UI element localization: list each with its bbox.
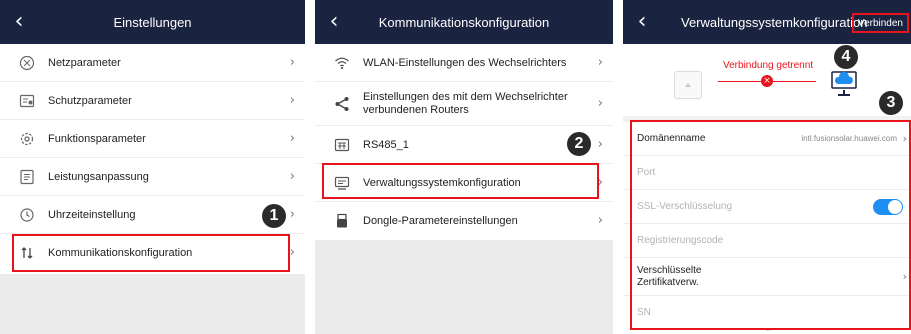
protection-icon (18, 92, 36, 110)
menu-item-label: WLAN-Einstellungen des Wechselrichters (363, 56, 567, 69)
menu-item-label: Netzparameter (48, 56, 121, 69)
chevron-right-icon: › (289, 55, 295, 70)
page-title: Kommunikationskonfiguration (378, 14, 550, 30)
connection-status-area: Verbindung getrennt × (623, 44, 911, 116)
inverter-icon (674, 71, 702, 99)
menu-item-label: Einstellungen des mit dem Wechselrichter… (363, 90, 568, 116)
cloud-server-icon (829, 68, 859, 103)
dongle-icon (333, 212, 351, 230)
management-header: ‹ Verwaltungssystemkonfiguration Verbind… (623, 0, 911, 44)
connect-button[interactable]: Verbinden (851, 13, 909, 33)
chevron-right-icon: › (289, 93, 295, 108)
grid-icon (18, 54, 36, 72)
chevron-right-icon: › (289, 245, 295, 260)
menu-item-label: Dongle-Parametereinstellungen (363, 215, 518, 227)
menu-item-funktionsparameter[interactable]: Funktionsparameter › (0, 120, 305, 158)
menu-item-netzparameter[interactable]: Netzparameter › (0, 44, 305, 82)
back-icon[interactable]: ‹ (8, 9, 30, 35)
communication-header: ‹ Kommunikationskonfiguration (315, 0, 613, 44)
chevron-right-icon: › (597, 137, 603, 152)
chevron-right-icon: › (289, 169, 295, 184)
menu-item-wlan[interactable]: WLAN-Einstellungen des Wechselrichters › (315, 44, 613, 82)
chevron-right-icon: › (289, 207, 295, 222)
menu-item-label: Leistungsanpassung (48, 170, 149, 183)
empty-area (315, 240, 613, 334)
communication-panel: ‹ Kommunikationskonfiguration WLAN-Einst… (315, 0, 613, 334)
settings-header: ‹ Einstellungen (0, 0, 305, 44)
connection-status-text: Verbindung getrennt (723, 60, 814, 71)
menu-item-leistungsanpassung[interactable]: Leistungsanpassung › (0, 158, 305, 196)
menu-item-schutzparameter[interactable]: Schutzparameter › (0, 82, 305, 120)
step-badge-3: 3 (879, 91, 903, 115)
back-icon[interactable]: ‹ (631, 9, 653, 35)
menu-item-uhrzeiteinstellung[interactable]: Uhrzeiteinstellung › (0, 196, 305, 234)
rs485-icon (333, 136, 351, 154)
page-title: Verwaltungssystemkonfiguration (681, 14, 868, 30)
menu-item-label: Funktionsparameter (48, 132, 146, 145)
share-icon (333, 95, 351, 113)
step-badge-2: 2 (567, 132, 591, 156)
management-system-panel: ‹ Verwaltungssystemkonfiguration Verbind… (623, 0, 911, 334)
empty-area (0, 274, 305, 334)
menu-item-label: RS485_1 (363, 138, 409, 151)
disconnected-icon: × (761, 75, 773, 87)
back-icon[interactable]: ‹ (323, 9, 345, 35)
clock-icon (18, 206, 36, 224)
settings-panel: ‹ Einstellungen Netzparameter › Schutzpa… (0, 0, 305, 334)
menu-item-router[interactable]: Einstellungen des mit dem Wechselrichter… (315, 82, 613, 126)
step-badge-4: 4 (834, 45, 858, 69)
chevron-right-icon: › (597, 55, 603, 70)
chevron-right-icon: › (597, 213, 603, 228)
wifi-icon (333, 54, 351, 72)
highlight-form-fields (630, 120, 911, 330)
function-gear-icon (18, 130, 36, 148)
chevron-right-icon: › (289, 131, 295, 146)
power-list-icon (18, 168, 36, 186)
menu-item-dongle[interactable]: Dongle-Parametereinstellungen › (315, 202, 613, 240)
highlight-verwaltungssystem (322, 163, 599, 199)
page-title: Einstellungen (113, 14, 192, 30)
menu-item-label: Uhrzeiteinstellung (48, 208, 136, 221)
highlight-kommunikationskonfiguration (12, 234, 290, 272)
step-badge-1: 1 (262, 204, 286, 228)
chevron-right-icon: › (597, 96, 603, 111)
menu-item-label: Schutzparameter (48, 94, 132, 107)
